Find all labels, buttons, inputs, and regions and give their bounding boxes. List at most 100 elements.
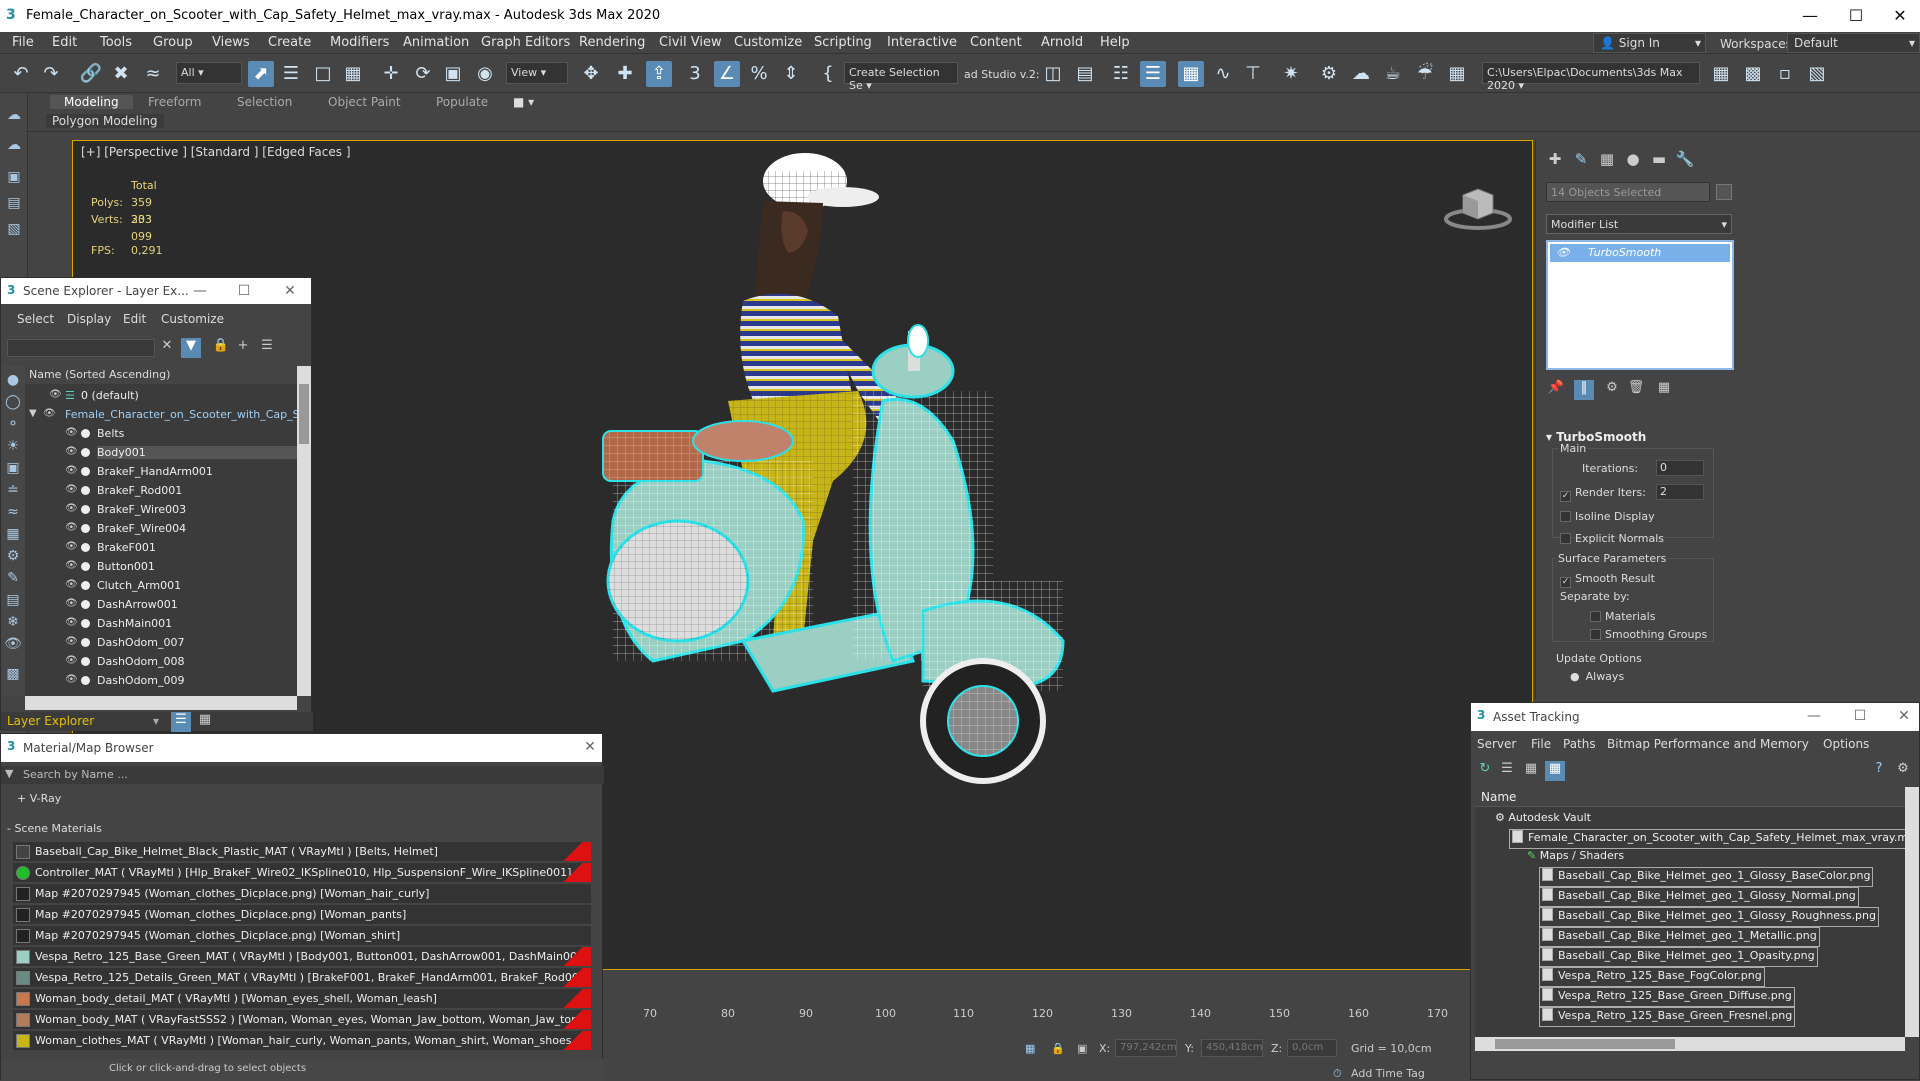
asset-horizontal-scrollbar[interactable]	[1475, 1037, 1905, 1051]
list-item[interactable]: Controller_MAT ( VRayMtl ) [Hlp_BrakeF_W…	[13, 863, 591, 883]
viewport-layout-icon[interactable]: ☁	[4, 107, 24, 127]
tree-row[interactable]: 👁 BrakeF_HandArm001	[25, 462, 297, 481]
materials-checkbox[interactable]	[1590, 611, 1601, 622]
tree-row[interactable]: Baseball_Cap_Bike_Helmet_geo_1_Opasity.p…	[1539, 947, 1818, 967]
rectangular-selection-icon[interactable]: □	[310, 61, 336, 87]
filter-icon[interactable]: ▼	[181, 338, 201, 358]
clear-search-icon[interactable]: ✕	[157, 338, 177, 358]
menu-content[interactable]: Content	[970, 35, 1022, 50]
workspace-dropdown[interactable]: Default ▾	[1787, 33, 1920, 53]
eye-icon[interactable]: 👁	[65, 560, 78, 571]
se-menu-display[interactable]: Display	[67, 312, 111, 326]
smoothing-groups-checkbox[interactable]	[1590, 629, 1601, 640]
rotate-icon[interactable]: ⟳	[410, 61, 436, 87]
material-browser-titlebar[interactable]: 3 Material/Map Browser ✕	[1, 734, 602, 762]
tree-row[interactable]: Baseball_Cap_Bike_Helmet_geo_1_Glossy_No…	[1539, 887, 1859, 907]
frozen-filter-icon[interactable]: ❄	[3, 614, 23, 634]
angle-snap-icon[interactable]: ∠	[714, 61, 740, 87]
eye-icon[interactable]: 👁	[65, 674, 78, 685]
asset-tracking-titlebar[interactable]: 3 Asset Tracking — ☐ ✕	[1471, 703, 1919, 731]
absolute-mode-icon[interactable]: ▣	[1077, 1042, 1087, 1055]
configure-modifier-sets-icon[interactable]: ▦	[1654, 380, 1674, 400]
project-path-dropdown[interactable]: C:\Users\Elpac\Documents\3ds Max 2020 ▾	[1482, 62, 1700, 92]
minimize-button[interactable]: —	[1790, 4, 1830, 28]
add-layer-icon[interactable]: +	[233, 338, 253, 358]
eye-icon[interactable]: 👁	[65, 541, 78, 552]
list-item[interactable]: Vespa_Retro_125_Base_Green_MAT ( VRayMtl…	[13, 947, 591, 967]
chevron-down-icon[interactable]: ▼	[29, 408, 37, 419]
eye-icon[interactable]: 👁	[65, 636, 78, 647]
all-filter-icon[interactable]: ▩	[3, 666, 23, 686]
scene-materials-group[interactable]: - Scene Materials	[7, 822, 102, 835]
tree-row[interactable]: 👁 Belts	[25, 424, 297, 443]
menu-civil-view[interactable]: Civil View	[659, 35, 722, 50]
list-item[interactable]: Baseball_Cap_Bike_Helmet_Black_Plastic_M…	[13, 842, 591, 862]
hidden-filter-icon[interactable]: 👁	[3, 636, 23, 656]
eye-icon[interactable]: 👁	[1556, 246, 1570, 259]
object-color-swatch[interactable]	[1716, 184, 1732, 200]
z-coordinate-field[interactable]: 0,0cm	[1287, 1039, 1337, 1057]
create-project-icon[interactable]: ▧	[1804, 61, 1830, 87]
viewport-label[interactable]: [+] [Perspective ] [Standard ] [Edged Fa…	[81, 145, 351, 159]
render-iters-spinner[interactable]: 2	[1656, 484, 1704, 500]
explorer-type-dropdown[interactable]: Layer Explorer	[7, 714, 94, 728]
add-time-tag-button[interactable]: Add Time Tag	[1351, 1067, 1425, 1080]
eye-icon[interactable]: 👁	[65, 503, 78, 514]
x-coordinate-field[interactable]: 797,242cm	[1115, 1039, 1177, 1057]
eye-icon[interactable]: 👁	[65, 427, 78, 438]
at-menu-bitmap-performance[interactable]: Bitmap Performance and Memory	[1607, 737, 1809, 751]
at-menu-file[interactable]: File	[1531, 737, 1551, 751]
bind-space-warp-icon[interactable]: ≈	[140, 61, 166, 87]
percent-snap-icon[interactable]: %	[746, 61, 772, 87]
render-iterative-icon[interactable]: ☔	[1412, 61, 1438, 87]
eye-icon[interactable]: 👁	[49, 389, 62, 400]
mirror-icon[interactable]: ◫	[1040, 61, 1066, 87]
tree-row[interactable]: 👁 DashArrow001	[25, 595, 297, 614]
tree-row[interactable]: 👁 Button001	[25, 557, 297, 576]
tree-row[interactable]: Vespa_Retro_125_Base_FogColor.png	[1539, 967, 1765, 987]
vray-group[interactable]: + V-Ray	[17, 792, 61, 805]
modifier-stack-item[interactable]: 👁 TurboSmooth	[1550, 244, 1730, 262]
tree-row[interactable]: 👁 BrakeF_Rod001	[25, 481, 297, 500]
scene-explorer-titlebar[interactable]: 3 Scene Explorer - Layer Ex... — ☐ ✕	[1, 278, 311, 304]
set-project-icon[interactable]: ▩	[1740, 61, 1766, 87]
smooth-result-checkbox[interactable]: ✓	[1560, 577, 1571, 588]
spacewarps-filter-icon[interactable]: ≈	[3, 504, 23, 524]
named-selection-icon[interactable]: {	[815, 61, 841, 87]
tree-row[interactable]: 👁 DashMain001	[25, 614, 297, 633]
tree-row[interactable]: 👁 DashOdom_008	[25, 652, 297, 671]
close-button[interactable]: ✕	[1895, 707, 1913, 725]
align-icon[interactable]: ▤	[1072, 61, 1098, 87]
eye-icon[interactable]: 👁	[65, 655, 78, 666]
render-production-icon[interactable]: ☕	[1380, 61, 1406, 87]
containers-filter-icon[interactable]: ▤	[3, 592, 23, 612]
tree-row[interactable]: 👁 DashOdom_009	[25, 671, 297, 690]
tree-row[interactable]: ⚙ Autodesk Vault	[1495, 811, 1591, 831]
cloud-icon[interactable]: ☁	[4, 137, 24, 157]
maximize-button[interactable]: ☐	[1851, 707, 1869, 725]
menu-edit[interactable]: Edit	[52, 35, 77, 50]
display-panel-icon[interactable]: ▬	[1648, 150, 1670, 172]
settings-icon[interactable]: ⚙	[1893, 761, 1913, 781]
material-search-input[interactable]: ▼ Search by Name ...	[1, 766, 604, 784]
menu-customize[interactable]: Customize	[734, 35, 802, 50]
eye-icon[interactable]: 👁	[65, 446, 78, 457]
cameras-filter-icon[interactable]: ▣	[3, 460, 23, 480]
scene-explorer-search-input[interactable]	[7, 339, 155, 357]
select-object-icon[interactable]: ⬈	[248, 61, 274, 87]
toggle-ribbon-icon[interactable]: ▦	[1178, 61, 1204, 87]
viewcube-icon[interactable]	[1443, 181, 1513, 231]
render-iters-checkbox[interactable]: ✓	[1560, 491, 1571, 502]
list-view-icon[interactable]: ☰	[1497, 761, 1517, 781]
maximize-button[interactable]: ☐	[1836, 4, 1876, 28]
groups-filter-icon[interactable]: ▦	[3, 526, 23, 546]
eye-icon[interactable]: 👁	[65, 579, 78, 590]
se-menu-select[interactable]: Select	[17, 312, 54, 326]
refresh-icon[interactable]: ↻	[1475, 761, 1495, 781]
pin-stack-icon[interactable]: 📌	[1546, 380, 1566, 400]
list-item[interactable]: Woman_body_MAT ( VRayFastSSS2 ) [Woman, …	[13, 1010, 591, 1030]
help-icon[interactable]: ?	[1869, 761, 1889, 781]
tree-row[interactable]: 👁 Clutch_Arm001	[25, 576, 297, 595]
menu-file[interactable]: File	[12, 35, 34, 50]
modifier-list-dropdown[interactable]: Modifier List ▾	[1546, 214, 1732, 234]
